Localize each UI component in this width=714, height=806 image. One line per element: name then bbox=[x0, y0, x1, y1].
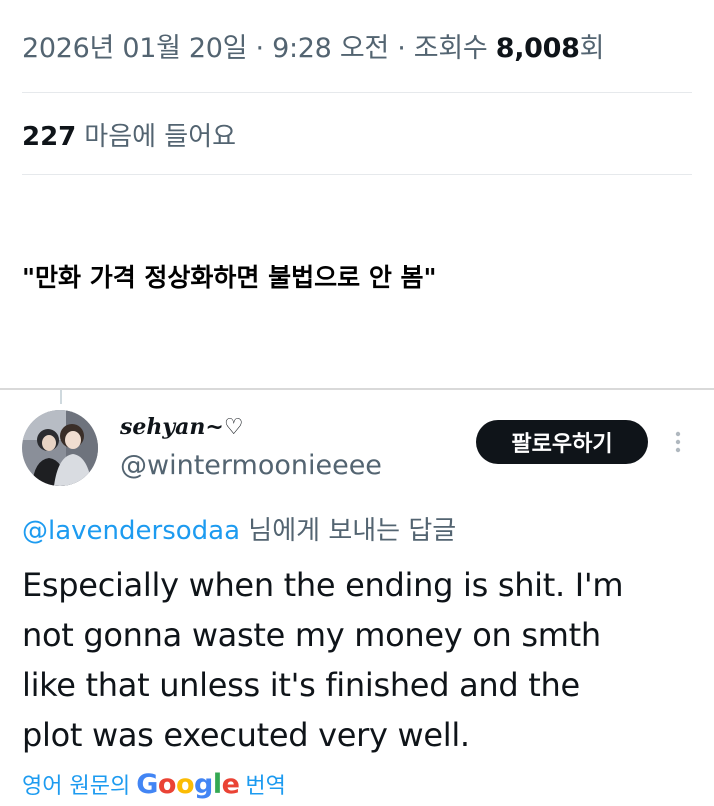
tweet-text: Especially when the ending is shit. I'm … bbox=[22, 566, 624, 754]
user-handle[interactable]: @wintermoonieeee bbox=[120, 450, 382, 481]
tweet-meta: 2026년 01월 20일 · 9:28 오전 · 조회수 8,008회 bbox=[22, 26, 604, 65]
avatar-image bbox=[22, 410, 98, 486]
views-suffix: 회 bbox=[579, 33, 605, 64]
post-caption: "만화 가격 정상화하면 불법으로 안 봄" bbox=[22, 263, 437, 292]
tweet-time: 9:28 오전 bbox=[272, 33, 389, 64]
reply-to-handle[interactable]: @lavendersodaa bbox=[22, 516, 240, 546]
likes-row[interactable]: 227 마음에 들어요 bbox=[22, 116, 236, 153]
follow-button[interactable]: 팔로우하기 bbox=[476, 420, 648, 464]
views-label: 조회수 bbox=[413, 33, 488, 64]
translate-suffix: 번역 bbox=[245, 774, 286, 799]
translate-prefix: 영어 원문의 bbox=[22, 774, 131, 799]
reply-to-suffix: 님에게 보내는 답글 bbox=[240, 516, 457, 546]
divider bbox=[22, 92, 692, 93]
reply-context: @lavendersodaa 님에게 보내는 답글 bbox=[22, 510, 456, 547]
section-separator bbox=[0, 388, 714, 390]
tweet-date: 2026년 01월 20일 bbox=[22, 33, 248, 64]
likes-count: 227 bbox=[22, 122, 77, 152]
avatar[interactable] bbox=[22, 410, 98, 486]
divider bbox=[22, 174, 692, 175]
views-count: 8,008 bbox=[495, 33, 580, 64]
thread-connector bbox=[60, 390, 62, 404]
more-vertical-icon[interactable] bbox=[668, 428, 688, 456]
google-logo: Google bbox=[136, 768, 240, 800]
meta-separator: · bbox=[397, 33, 406, 64]
translate-link[interactable]: 영어 원문의 Google 번역 bbox=[22, 768, 286, 800]
display-name[interactable]: sehyan~♡ bbox=[120, 414, 244, 440]
meta-separator: · bbox=[255, 33, 265, 64]
likes-label: 마음에 들어요 bbox=[84, 122, 237, 152]
